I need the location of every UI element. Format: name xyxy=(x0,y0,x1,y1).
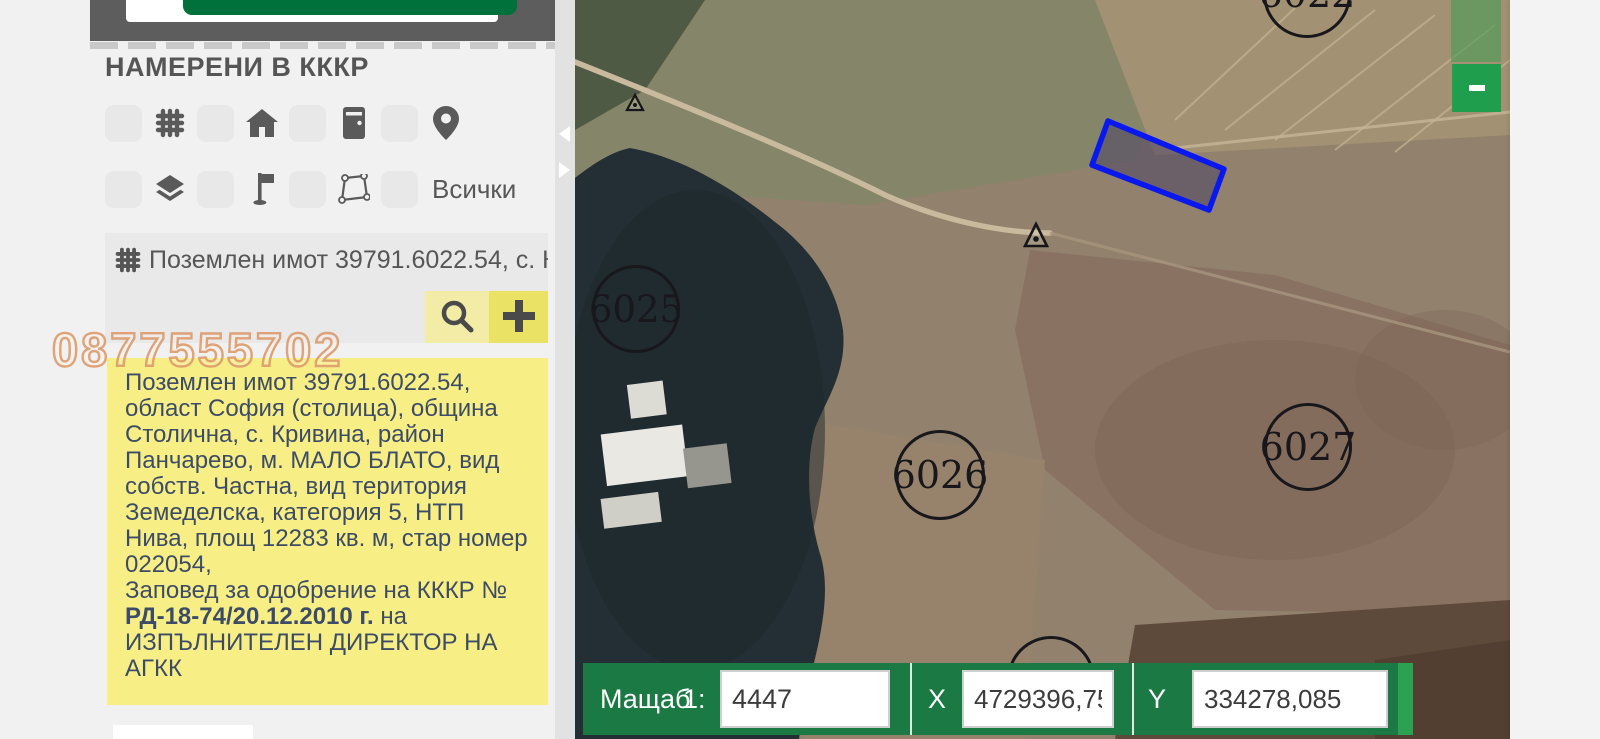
search-result-label: Поземлен имот 39791.6022.54, с. К xyxy=(149,246,548,275)
order-text-prefix: Заповед за одобрение на КККР № xyxy=(125,577,507,604)
cadastral-number: 6025 xyxy=(589,288,683,331)
top-green-button[interactable] xyxy=(183,0,517,15)
scale-ratio-label: 1: xyxy=(683,684,706,715)
scale-input[interactable] xyxy=(720,670,890,728)
all-filters-label: Всички xyxy=(432,174,516,205)
parcel-info-text: Поземлен имот 39791.6022.54, област Софи… xyxy=(125,369,528,578)
checkbox-grid[interactable] xyxy=(105,105,142,142)
checkbox-door[interactable] xyxy=(289,105,326,142)
filter-row-1 xyxy=(105,104,473,142)
checkbox-all[interactable] xyxy=(381,171,418,208)
checkbox-house[interactable] xyxy=(197,105,234,142)
checkbox-layers[interactable] xyxy=(105,171,142,208)
parcel-info-box: Поземлен имот 39791.6022.54, област Софи… xyxy=(107,358,548,705)
statusbar-divider xyxy=(1132,663,1134,735)
y-coordinate-input[interactable] xyxy=(1192,670,1388,728)
cadastral-number: 6022 xyxy=(1259,0,1356,16)
expand-right-arrow-icon[interactable] xyxy=(559,162,570,178)
house-icon xyxy=(234,103,289,143)
satellite-imagery xyxy=(575,0,1510,739)
map-canvas[interactable]: 6022 6025 6026 6027 Мащаб 1: X Y xyxy=(575,0,1510,739)
checkbox-pin[interactable] xyxy=(381,105,418,142)
search-button[interactable] xyxy=(425,291,489,343)
sidebar: НАМЕРЕНИ В КККР xyxy=(0,0,555,739)
collapse-left-arrow-icon[interactable] xyxy=(559,126,570,142)
polygon-icon xyxy=(326,169,381,209)
bottom-panel xyxy=(113,725,253,739)
grid-icon xyxy=(142,103,197,143)
checkbox-flag[interactable] xyxy=(197,171,234,208)
grid-icon xyxy=(115,247,141,278)
magnifier-icon xyxy=(439,298,475,337)
add-button[interactable] xyxy=(489,291,548,343)
cadastral-number: 6027 xyxy=(1260,425,1357,469)
zoom-out-button[interactable] xyxy=(1452,64,1501,112)
top-notch xyxy=(126,0,498,22)
layers-icon xyxy=(142,169,197,209)
door-icon xyxy=(326,103,381,143)
cadastral-number: 6026 xyxy=(892,453,989,497)
cadastral-label-6025: 6025 xyxy=(592,265,680,353)
minus-icon xyxy=(1469,85,1485,91)
map-statusbar: Мащаб 1: X Y xyxy=(583,663,1413,735)
scale-label: Мащаб xyxy=(600,684,691,715)
plus-icon xyxy=(501,298,537,337)
pin-icon xyxy=(418,103,473,143)
checkbox-polygon[interactable] xyxy=(289,171,326,208)
zoom-in-button[interactable] xyxy=(1451,0,1501,62)
top-band xyxy=(90,0,555,41)
cadastral-label-6026: 6026 xyxy=(895,430,985,520)
statusbar-cap xyxy=(1398,663,1413,735)
right-gutter xyxy=(1510,0,1600,739)
order-number: РД-18-74/20.12.2010 г. xyxy=(125,603,374,630)
statusbar-divider xyxy=(910,663,912,735)
y-coordinate-label: Y xyxy=(1148,684,1166,715)
flag-icon xyxy=(234,169,289,209)
filter-row-2: Всички xyxy=(105,170,516,208)
dashed-separator xyxy=(90,42,555,49)
sidebar-splitter xyxy=(555,0,575,739)
x-coordinate-input[interactable] xyxy=(962,670,1114,728)
cadastral-label-6027: 6027 xyxy=(1264,403,1352,491)
x-coordinate-label: X xyxy=(928,684,946,715)
found-heading: НАМЕРЕНИ В КККР xyxy=(105,52,369,83)
